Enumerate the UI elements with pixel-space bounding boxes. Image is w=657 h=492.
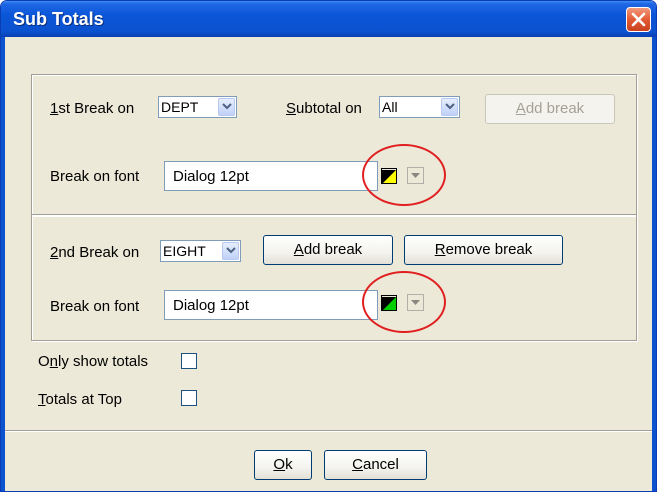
second-font-field[interactable]: Dialog 12pt: [164, 290, 378, 320]
first-break-combo[interactable]: DEPT: [158, 96, 237, 118]
chevron-down-icon: [222, 103, 232, 110]
subtotal-on-label: Subtotal on: [286, 100, 362, 117]
second-break-label: 2nd Break on: [50, 244, 140, 261]
subtotal-on-dropdown-button[interactable]: [441, 98, 458, 116]
second-break-value: EIGHT: [163, 243, 206, 259]
window-title: Sub Totals: [13, 9, 104, 29]
cancel-button[interactable]: Cancel: [324, 450, 427, 480]
second-break-combo[interactable]: EIGHT: [160, 240, 241, 262]
title-bar[interactable]: Sub Totals: [1, 1, 656, 37]
first-add-break-button[interactable]: Add break: [485, 94, 615, 124]
window-frame-right: [652, 37, 656, 491]
subtotal-on-value: All: [382, 99, 398, 115]
only-show-totals-label: Only show totals: [38, 353, 149, 370]
second-add-break-button[interactable]: Add break: [263, 235, 393, 265]
second-font-value: Dialog 12pt: [173, 297, 249, 314]
ok-button[interactable]: Ok: [254, 450, 312, 480]
second-break-panel: [31, 214, 637, 341]
first-font-field[interactable]: Dialog 12pt: [164, 161, 378, 191]
second-font-label: Break on font: [50, 298, 140, 315]
totals-at-top-checkbox[interactable]: [181, 390, 197, 406]
subtotal-on-combo[interactable]: All: [379, 96, 460, 118]
chevron-down-icon: [226, 247, 236, 254]
first-font-label: Break on font: [50, 168, 140, 185]
footer-separator-highlight: [5, 431, 652, 432]
chevron-down-icon: [445, 103, 455, 110]
totals-at-top-label: Totals at Top: [38, 391, 122, 408]
highlight-circle-first: [362, 144, 446, 206]
remove-break-button[interactable]: Remove break: [404, 235, 563, 265]
first-break-value: DEPT: [161, 99, 199, 115]
first-break-label: 1st Break on: [50, 100, 135, 117]
second-break-dropdown-button[interactable]: [222, 242, 239, 260]
first-font-value: Dialog 12pt: [173, 168, 249, 185]
window-frame-left: [1, 37, 5, 491]
close-button[interactable]: [626, 7, 651, 32]
sub-totals-dialog: Sub Totals 1st Break on DEPT Subtotal on…: [0, 0, 657, 492]
close-icon: [631, 12, 646, 27]
highlight-circle-second: [362, 271, 446, 333]
first-break-dropdown-button[interactable]: [218, 98, 235, 116]
only-show-totals-checkbox[interactable]: [181, 353, 197, 369]
